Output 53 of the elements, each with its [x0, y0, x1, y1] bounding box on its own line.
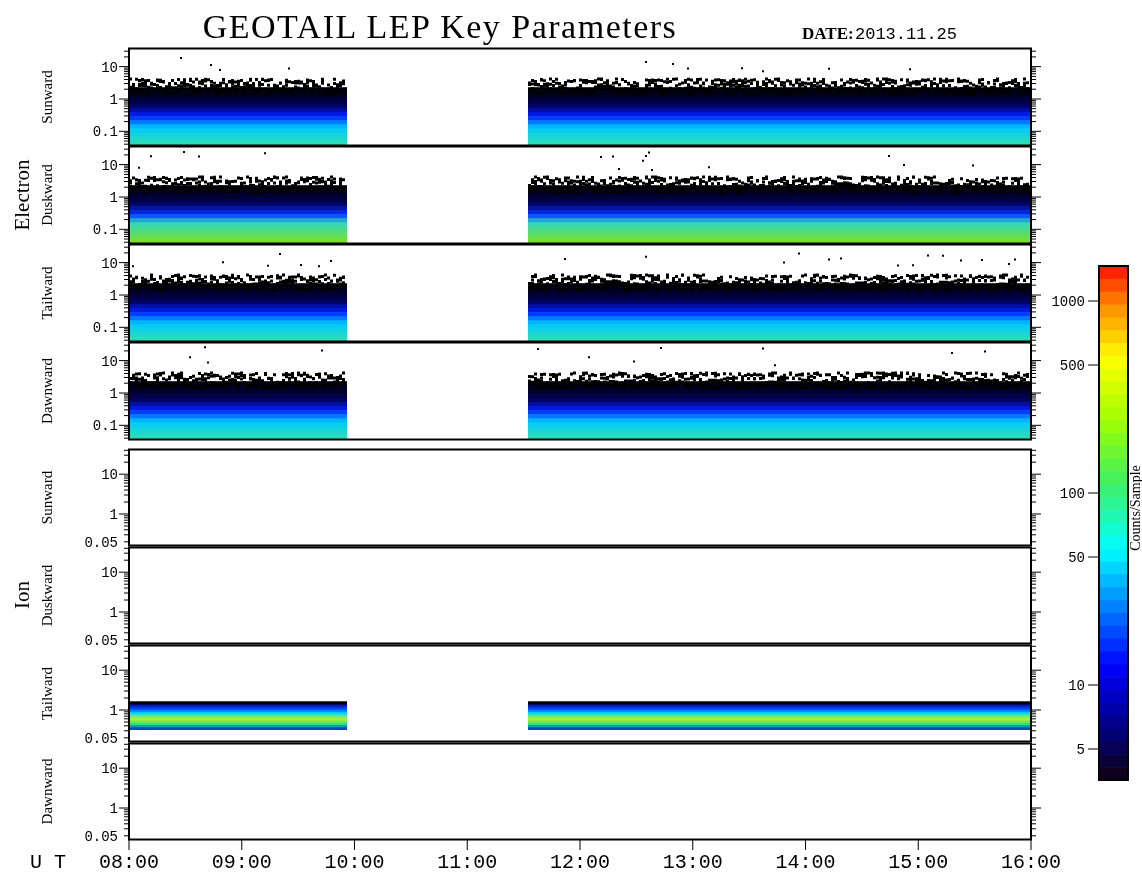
plot-title: GEOTAIL LEP Key Parameters [202, 8, 678, 45]
y-tick-label: 0.05 [84, 633, 118, 650]
colorbar-tick-label: 5 [1076, 742, 1085, 758]
panel-label: Tailward [39, 666, 55, 721]
y-tick-label: 10 [101, 467, 118, 484]
group-label: Ion [10, 581, 34, 609]
y-tick-label: 1 [109, 91, 118, 108]
x-tick-label: 12:00 [550, 851, 610, 874]
panel-label: Dawnward [39, 758, 55, 825]
y-tick-label: 0.05 [84, 829, 118, 846]
y-tick-label: 10 [101, 663, 118, 680]
colorbar-tick-label: 1000 [1051, 294, 1085, 310]
x-tick-label: 14:00 [775, 851, 836, 874]
y-tick-label: 0.1 [92, 320, 118, 337]
y-tick-label: 0.1 [92, 418, 118, 435]
y-tick-label: 1 [109, 801, 118, 817]
y-tick-label: 0.05 [84, 731, 118, 748]
y-tick-label: 10 [101, 157, 118, 174]
panel-label: Sunward [39, 470, 55, 525]
group-label: Electron [10, 159, 34, 231]
y-tick-label: 1 [109, 605, 118, 621]
y-tick-label: 10 [101, 353, 118, 370]
panel-label: Dawnward [39, 358, 55, 424]
y-tick-label: 0.1 [92, 222, 118, 239]
panel-label: Duskward [39, 564, 55, 627]
x-axis-label: U T [30, 851, 66, 874]
y-tick-label: 10 [101, 59, 118, 76]
y-tick-label: 1 [109, 703, 118, 719]
panel-label: Tailward [39, 266, 55, 320]
y-tick-label: 1 [109, 507, 118, 523]
x-tick-label: 11:00 [437, 851, 498, 874]
x-tick-label: 13:00 [662, 851, 723, 874]
y-tick-label: 0.05 [84, 535, 118, 552]
x-tick-label: 15:00 [888, 851, 949, 874]
date-label: DATE: [802, 24, 854, 43]
colorbar-tick-label: 500 [1059, 358, 1085, 374]
panel-label: Sunward [39, 70, 55, 124]
colorbar-tick-label: 10 [1068, 678, 1085, 694]
x-tick-label: 10:00 [324, 851, 385, 874]
y-tick-label: 0.1 [92, 124, 118, 141]
date-value: 2013.11.25 [855, 25, 958, 44]
y-tick-label: 10 [101, 255, 118, 272]
colorbar-tick-label: 100 [1059, 486, 1085, 502]
x-tick-label: 09:00 [211, 851, 272, 874]
y-tick-label: 1 [109, 385, 118, 402]
x-tick-label: 16:00 [1001, 851, 1061, 874]
colorbar-tick-label: 50 [1068, 550, 1085, 566]
y-tick-label: 1 [109, 189, 118, 206]
panel-label: Duskward [39, 164, 55, 226]
y-tick-label: 1 [109, 287, 118, 304]
y-tick-label: 10 [101, 565, 118, 582]
x-tick-label: 08:00 [99, 851, 159, 874]
y-tick-label: 10 [101, 761, 118, 778]
